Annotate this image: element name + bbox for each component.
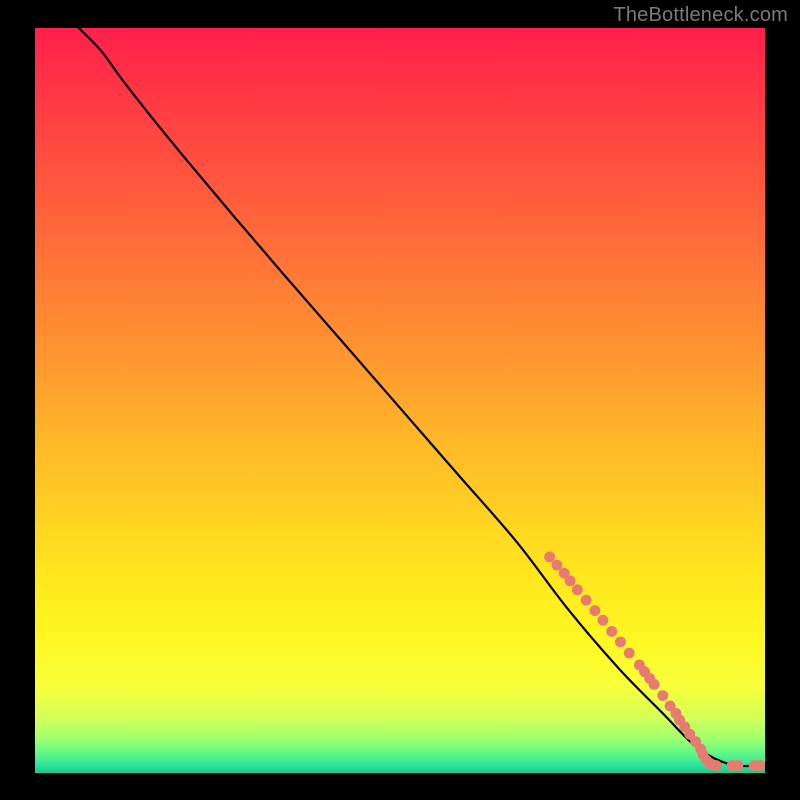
data-marker bbox=[733, 760, 744, 771]
data-marker bbox=[754, 760, 765, 771]
plot-area bbox=[35, 28, 765, 773]
data-marker bbox=[551, 560, 562, 571]
data-marker bbox=[624, 648, 635, 659]
data-marker bbox=[572, 584, 583, 595]
data-marker bbox=[581, 595, 592, 606]
data-marker bbox=[544, 552, 555, 563]
data-marker bbox=[615, 636, 626, 647]
data-marker bbox=[711, 760, 722, 771]
data-marker bbox=[589, 605, 600, 616]
data-marker bbox=[649, 679, 660, 690]
data-marker bbox=[565, 575, 576, 586]
gradient-panel bbox=[35, 28, 765, 773]
watermark-text: TheBottleneck.com bbox=[613, 4, 788, 27]
data-marker bbox=[606, 626, 617, 637]
data-marker bbox=[597, 615, 608, 626]
chart-svg bbox=[35, 28, 765, 773]
data-marker bbox=[657, 690, 668, 701]
chart-stage: TheBottleneck.com bbox=[0, 0, 800, 800]
